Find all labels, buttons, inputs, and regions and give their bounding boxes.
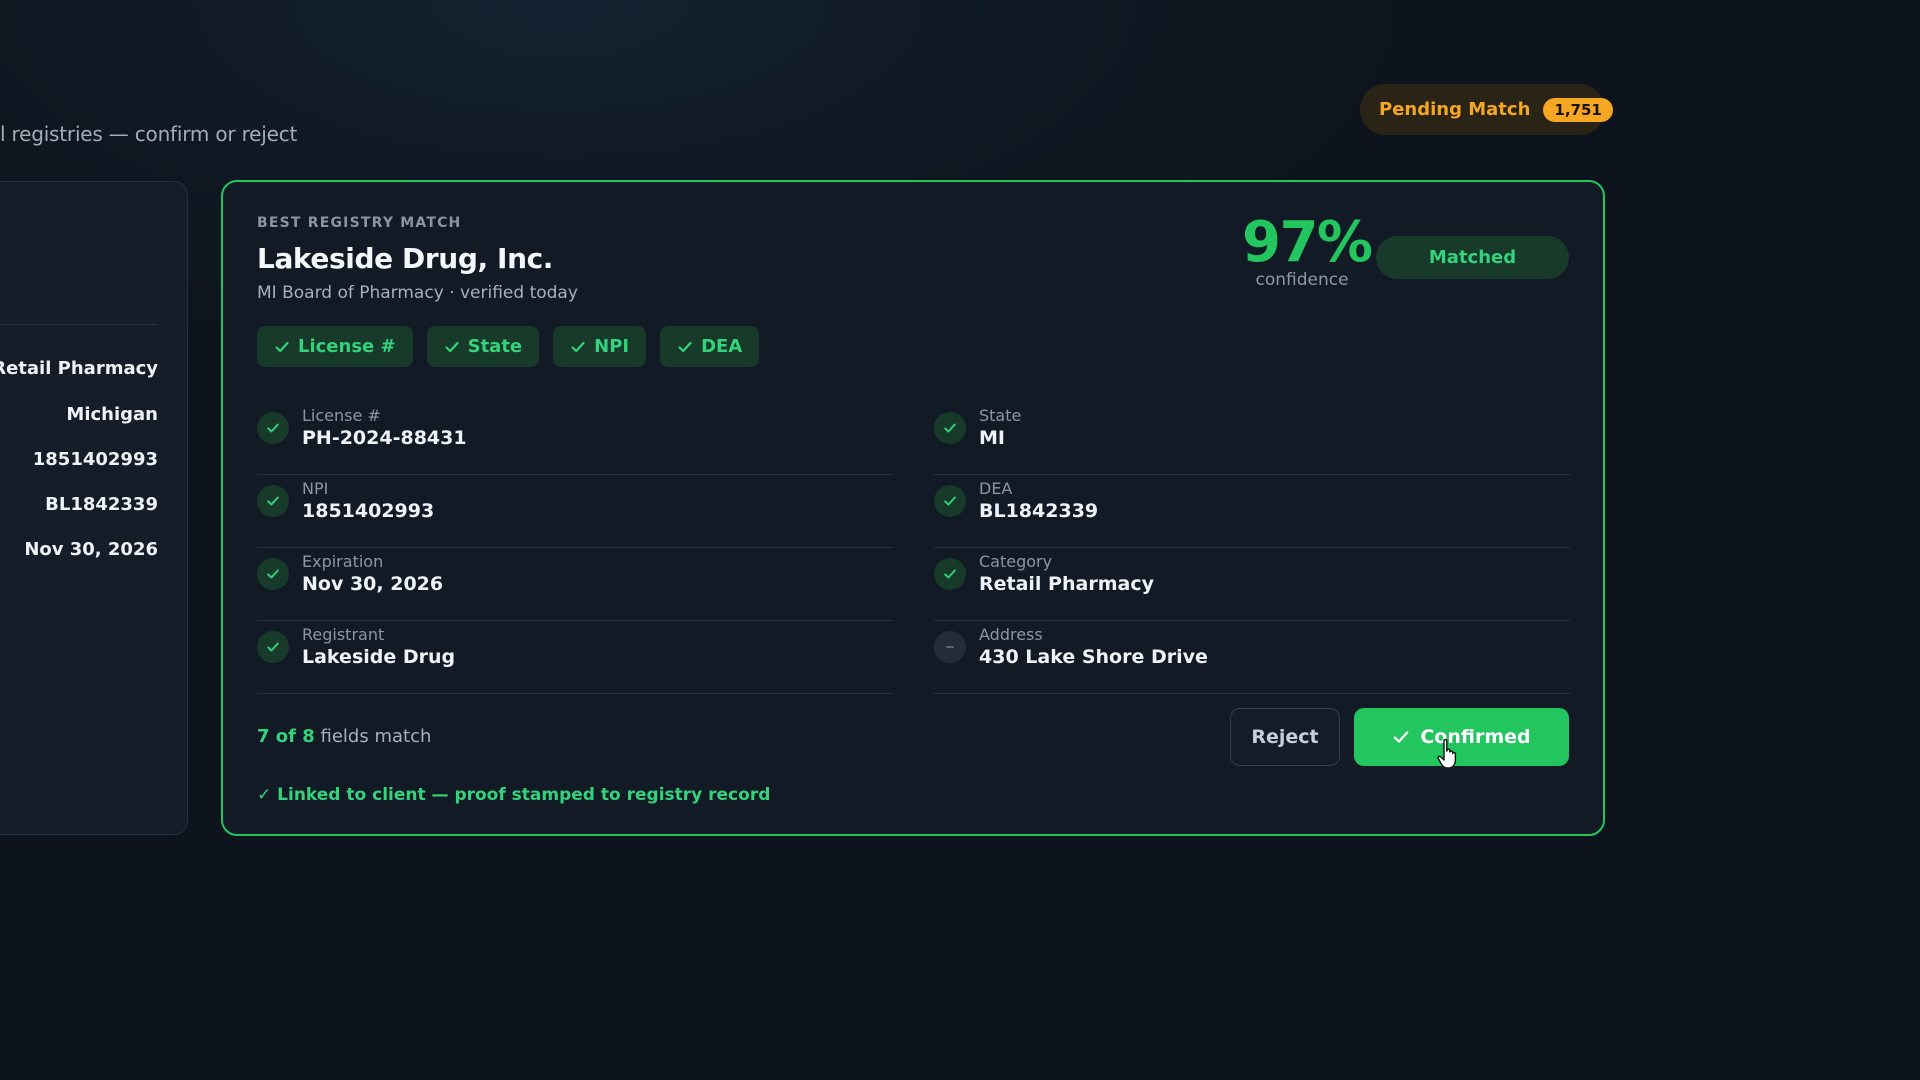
field-label: DEA (979, 479, 1013, 498)
registry-name: Lakeside Drug, Inc. (257, 242, 554, 275)
field-value: MI (979, 427, 1005, 449)
pending-match-count: 1,751 (1543, 97, 1613, 122)
status-badge: Matched (1376, 236, 1569, 279)
check-icon (934, 412, 966, 444)
match-summary: 7 of 8 fields match (257, 726, 431, 747)
field-value: 1851402993 (302, 500, 435, 522)
client-npi-value: 1851402993 (32, 449, 158, 470)
check-icon (934, 558, 966, 590)
pending-match-label: Pending Match (1379, 99, 1531, 120)
field-value: Retail Pharmacy (979, 573, 1154, 595)
field-label: NPI (302, 479, 329, 498)
field-value: 430 Lake Shore Drive (979, 646, 1208, 668)
check-icon (257, 631, 289, 663)
field-row-state: State MI (934, 402, 1570, 475)
field-row-license: License # PH-2024-88431 (257, 402, 893, 475)
field-label: Expiration (302, 552, 384, 571)
field-value: PH-2024-88431 (302, 427, 467, 449)
page-subtitle: l registries — confirm or reject (0, 122, 298, 146)
panel-divider (1, 324, 157, 325)
chip-npi: NPI (553, 326, 647, 367)
confidence-value: 97% (1242, 210, 1373, 275)
chip-license: License # (257, 326, 413, 367)
registry-match-card: BEST REGISTRY MATCH Lakeside Drug, Inc. … (221, 180, 1605, 836)
field-row-npi: NPI 1851402993 (257, 475, 893, 548)
check-icon (1392, 728, 1410, 746)
field-row-address: Address 430 Lake Shore Drive (934, 621, 1570, 694)
check-icon (444, 339, 460, 355)
pending-match-badge[interactable]: Pending Match 1,751 (1360, 84, 1613, 135)
field-label: Address (979, 625, 1043, 644)
chip-label: NPI (594, 336, 630, 357)
field-value: Nov 30, 2026 (302, 573, 444, 595)
check-icon (257, 485, 289, 517)
check-icon (274, 339, 290, 355)
check-icon (677, 339, 693, 355)
field-value: BL1842339 (979, 500, 1099, 522)
field-label: Category (979, 552, 1053, 571)
match-summary-text: fields match (320, 726, 432, 747)
check-icon (257, 558, 289, 590)
card-eyebrow: BEST REGISTRY MATCH (257, 215, 462, 231)
matched-field-chips: License # State NPI DEA (257, 326, 760, 367)
confidence-label: confidence (1255, 270, 1349, 290)
chip-label: DEA (701, 336, 743, 357)
check-icon (934, 485, 966, 517)
confidence-score: 97% confidence (1242, 210, 1373, 291)
chip-label: State (467, 336, 523, 357)
field-value: Lakeside Drug (302, 646, 456, 668)
chip-dea: DEA (660, 326, 760, 367)
field-row-expiration: Expiration Nov 30, 2026 (257, 548, 893, 621)
match-summary-count: 7 of 8 (257, 726, 315, 747)
reject-button[interactable]: Reject (1230, 708, 1340, 766)
client-dea-value: BL1842339 (45, 494, 158, 515)
chip-state: State (426, 326, 540, 367)
hand-pointer-cursor (1436, 738, 1462, 770)
field-row-dea: DEA BL1842339 (934, 475, 1570, 548)
check-icon (570, 339, 586, 355)
minus-icon (934, 631, 966, 663)
field-row-category: Category Retail Pharmacy (934, 548, 1570, 621)
field-row-registrant: Registrant Lakeside Drug (257, 621, 893, 694)
field-label: State (979, 406, 1022, 425)
client-record-panel: Retail Pharmacy Michigan 1851402993 BL18… (0, 181, 188, 835)
field-label: Registrant (302, 625, 385, 644)
linked-confirmation: ✓ Linked to client — proof stamped to re… (257, 785, 771, 805)
registry-source: MI Board of Pharmacy · verified today (257, 283, 578, 303)
chip-label: License # (298, 336, 396, 357)
check-icon (257, 412, 289, 444)
field-label: License # (302, 406, 381, 425)
client-expiration-value: Nov 30, 2026 (24, 539, 158, 560)
client-state-value: Michigan (66, 404, 158, 425)
client-category-value: Retail Pharmacy (0, 358, 158, 379)
